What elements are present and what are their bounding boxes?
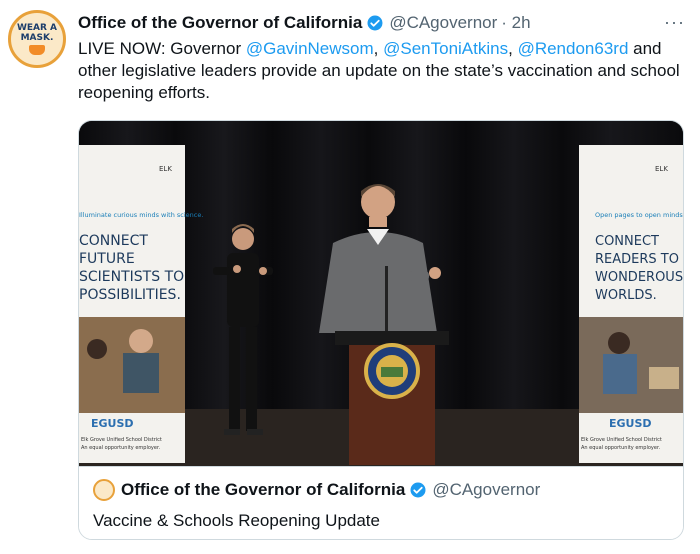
mask-icon xyxy=(29,45,45,55)
mention-sentoniatkins[interactable]: @SenToniAtkins xyxy=(383,39,508,58)
card-footer[interactable]: Office of the Governor of California @CA… xyxy=(79,466,683,539)
card-author-handle: @CAgovernor xyxy=(432,480,541,499)
author-avatar[interactable]: WEAR A MASK. xyxy=(8,10,66,68)
tweet: WEAR A MASK. Office of the Governor of C… xyxy=(0,0,700,554)
right-banner-line2: READERS TO xyxy=(595,252,679,267)
left-banner-footer2: An equal opportunity employer. xyxy=(81,445,161,451)
broadcast-card[interactable]: ELK Illuminate curious minds with scienc… xyxy=(78,120,684,540)
verified-badge-icon xyxy=(367,15,383,31)
right-banner-tagline: Open pages to open minds. xyxy=(595,211,683,219)
right-banner-line1: CONNECT xyxy=(595,234,659,249)
right-banner-brand: EGUSD xyxy=(609,417,652,430)
video-frame: ELK Illuminate curious minds with scienc… xyxy=(79,121,683,466)
left-banner: ELK Illuminate curious minds with scienc… xyxy=(79,145,203,463)
right-banner: ELK Open pages to open minds. CONNECT RE… xyxy=(579,145,683,463)
tweet-time[interactable]: · 2h xyxy=(501,13,530,33)
svg-text:ELK: ELK xyxy=(655,165,668,173)
left-banner-line4: POSSIBILITIES. xyxy=(79,287,181,303)
author-name[interactable]: Office of the Governor of California xyxy=(78,13,362,33)
left-banner-line3: SCIENTISTS TO xyxy=(79,269,184,285)
right-banner-line3: WONDEROUS xyxy=(595,270,683,285)
live-video-preview[interactable]: ELK Illuminate curious minds with scienc… xyxy=(79,121,683,466)
right-banner-footer2: An equal opportunity employer. xyxy=(581,445,661,451)
mention-gavinnewsom[interactable]: @GavinNewsom xyxy=(246,39,374,58)
mention-rendon63rd[interactable]: @Rendon63rd xyxy=(518,39,629,58)
left-banner-tagline: Illuminate curious minds with science. xyxy=(79,211,203,219)
card-verified-badge-icon xyxy=(410,482,426,498)
card-author-avatar xyxy=(93,479,115,501)
left-banner-footer: Elk Grove Unified School District xyxy=(81,437,162,443)
left-banner-line2: FUTURE xyxy=(79,251,135,267)
left-banner-line1: CONNECT xyxy=(79,233,148,249)
avatar-label: WEAR A MASK. xyxy=(16,23,58,43)
tweet-text: LIVE NOW: Governor @GavinNewsom, @SenTon… xyxy=(78,39,680,102)
right-banner-footer: Elk Grove Unified School District xyxy=(581,437,662,443)
left-banner-brand: EGUSD xyxy=(91,417,134,430)
tweet-header: Office of the Governor of California @CA… xyxy=(78,11,531,35)
broadcast-title: Vaccine & Schools Reopening Update xyxy=(93,511,380,530)
more-options-icon[interactable]: ··· xyxy=(664,12,685,33)
author-handle[interactable]: @CAgovernor xyxy=(389,13,497,33)
svg-text:ELK: ELK xyxy=(159,165,172,173)
card-header: Office of the Governor of California @CA… xyxy=(121,480,540,500)
right-banner-line4: WORLDS. xyxy=(595,288,657,303)
card-author-name: Office of the Governor of California xyxy=(121,480,406,499)
